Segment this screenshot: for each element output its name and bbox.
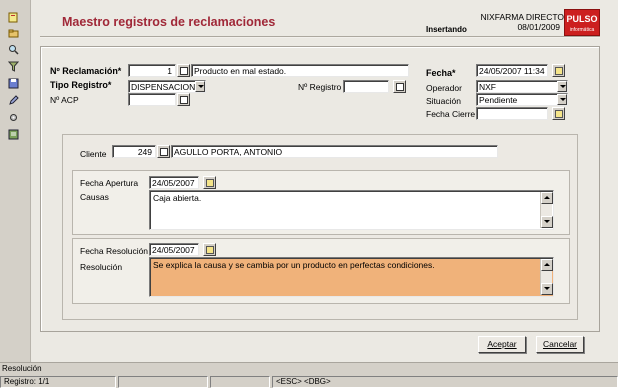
- calendar-icon[interactable]: [203, 176, 216, 189]
- cliente-label: Cliente: [80, 149, 107, 159]
- operador-select[interactable]: NXF: [476, 80, 568, 93]
- scroll-up-icon[interactable]: [541, 192, 553, 204]
- nregistro-label: Nº Registro: [298, 82, 342, 92]
- reclamacion-description-field[interactable]: Producto en mal estado.: [191, 64, 409, 77]
- reclamacion-label: Nº Reclamación*: [50, 66, 122, 76]
- causas-text: Caja abierta.: [153, 193, 202, 203]
- cliente-name-field[interactable]: AGULLO PORTA, ANTONIO: [171, 145, 498, 158]
- situacion-value: Pendiente: [479, 95, 518, 105]
- header-info: NIXFARMA DIRECTO 08/01/2009: [481, 12, 564, 32]
- causas-label: Causas: [80, 192, 109, 202]
- situacion-label: Situación: [426, 96, 461, 106]
- edit-pencil-icon[interactable]: [8, 95, 19, 106]
- status-empty-1: [118, 376, 208, 388]
- scroll-up-icon[interactable]: [541, 259, 553, 271]
- new-document-icon[interactable]: [8, 12, 19, 23]
- header-date: 08/01/2009: [517, 22, 560, 32]
- mode-indicator: Insertando: [426, 25, 467, 34]
- title-divider: [40, 36, 600, 38]
- calendar-icon[interactable]: [552, 64, 565, 77]
- list-icon[interactable]: [8, 129, 19, 140]
- reclamacion-number-field[interactable]: 1: [128, 64, 176, 77]
- fecha-resolucion-field[interactable]: 24/05/2007: [149, 243, 199, 256]
- nacp-field[interactable]: [128, 93, 176, 106]
- search-icon[interactable]: [8, 44, 19, 55]
- operador-value: NXF: [479, 82, 496, 92]
- chevron-down-icon[interactable]: [557, 94, 567, 105]
- tipo-registro-select[interactable]: DISPENSACION: [128, 80, 206, 93]
- situacion-select[interactable]: Pendiente: [476, 93, 568, 106]
- status-registro: Registro: 1/1: [0, 376, 116, 388]
- calendar-icon[interactable]: [552, 107, 565, 120]
- causas-textarea[interactable]: Caja abierta.: [149, 190, 554, 230]
- nacp-label: Nº ACP: [50, 95, 79, 105]
- scroll-down-icon[interactable]: [541, 283, 553, 295]
- cliente-code-field[interactable]: 249: [112, 145, 156, 158]
- save-icon[interactable]: [8, 78, 19, 89]
- resolucion-label: Resolución: [80, 262, 123, 272]
- cancel-button[interactable]: Cancelar: [536, 336, 584, 353]
- nregistro-field[interactable]: [343, 80, 389, 93]
- chevron-down-icon[interactable]: [195, 81, 205, 92]
- filter-icon[interactable]: [8, 61, 19, 72]
- fecha-label: Fecha*: [426, 68, 456, 78]
- status-empty-2: [210, 376, 270, 388]
- fecha-cierre-label: Fecha Cierre: [426, 109, 476, 119]
- fecha-cierre-field[interactable]: [476, 107, 548, 120]
- nregistro-lookup-button[interactable]: [393, 80, 406, 93]
- fecha-apertura-field[interactable]: 24/05/2007: [149, 176, 199, 189]
- left-toolbar: [0, 0, 26, 362]
- calendar-icon[interactable]: [203, 243, 216, 256]
- brand-logo: PULSO informática: [564, 9, 600, 36]
- status-field-name: Resolución: [2, 364, 42, 373]
- logo-subtext: informática: [569, 27, 595, 33]
- reclamacion-lookup-button[interactable]: [177, 64, 190, 77]
- tools-icon[interactable]: [8, 112, 19, 123]
- fecha-apertura-label: Fecha Apertura: [80, 178, 139, 188]
- chevron-down-icon[interactable]: [557, 81, 567, 92]
- causas-scrollbar[interactable]: [540, 192, 553, 228]
- resolucion-textarea[interactable]: Se explica la causa y se cambia por un p…: [149, 257, 554, 297]
- resolucion-scrollbar[interactable]: [540, 259, 553, 295]
- fecha-field[interactable]: 24/05/2007 11:34: [476, 64, 548, 77]
- status-bar: Resolución Registro: 1/1 <ESC> <DBG>: [0, 362, 618, 388]
- resolucion-text: Se explica la causa y se cambia por un p…: [153, 260, 435, 270]
- nacp-lookup-button[interactable]: [177, 93, 190, 106]
- accept-button[interactable]: Aceptar: [478, 336, 526, 353]
- open-folder-icon[interactable]: [8, 28, 19, 39]
- fecha-resolucion-label: Fecha Resolución: [80, 246, 149, 256]
- tipo-registro-label: Tipo Registro*: [50, 80, 112, 90]
- tipo-registro-value: DISPENSACION: [131, 82, 196, 92]
- logo-text: PULSO: [566, 14, 598, 24]
- cliente-lookup-button[interactable]: [157, 145, 170, 158]
- company-name: NIXFARMA DIRECTO: [480, 12, 564, 22]
- scroll-down-icon[interactable]: [541, 216, 553, 228]
- operador-label: Operador: [426, 83, 462, 93]
- status-keys: <ESC> <DBG>: [272, 376, 618, 388]
- page-title: Maestro registros de reclamaciones: [62, 15, 276, 29]
